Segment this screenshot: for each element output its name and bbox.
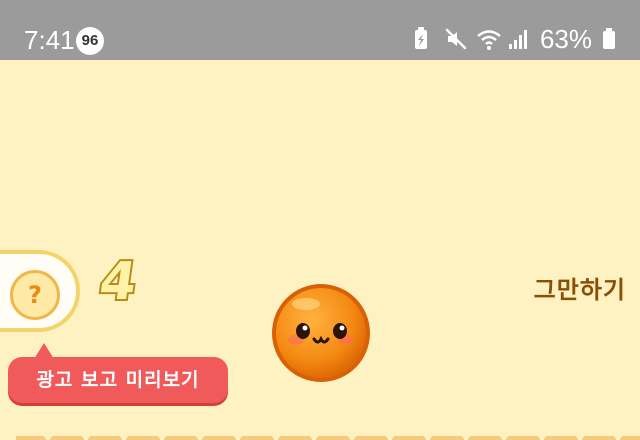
signal-icon (508, 27, 530, 51)
status-icons: 63% (412, 22, 624, 56)
battery-saver-icon (412, 27, 434, 51)
wifi-icon (476, 27, 501, 51)
mute-icon (444, 27, 467, 51)
help-button[interactable]: ? (10, 270, 60, 320)
notification-count-badge: 96 (76, 27, 104, 55)
battery-percent: 63% (539, 24, 592, 54)
score-counter: 4 (95, 252, 141, 312)
orange-ball-character (270, 282, 372, 384)
status-bar: 7:41 96 63% (0, 0, 640, 60)
dashed-track (12, 430, 640, 440)
question-icon: ? (28, 281, 42, 309)
watch-ad-preview-button[interactable]: 광고 보고 미리보기 (8, 357, 228, 403)
status-time: 7:41 (24, 25, 75, 55)
battery-icon (602, 27, 624, 51)
quit-button[interactable]: 그만하기 (534, 278, 626, 302)
